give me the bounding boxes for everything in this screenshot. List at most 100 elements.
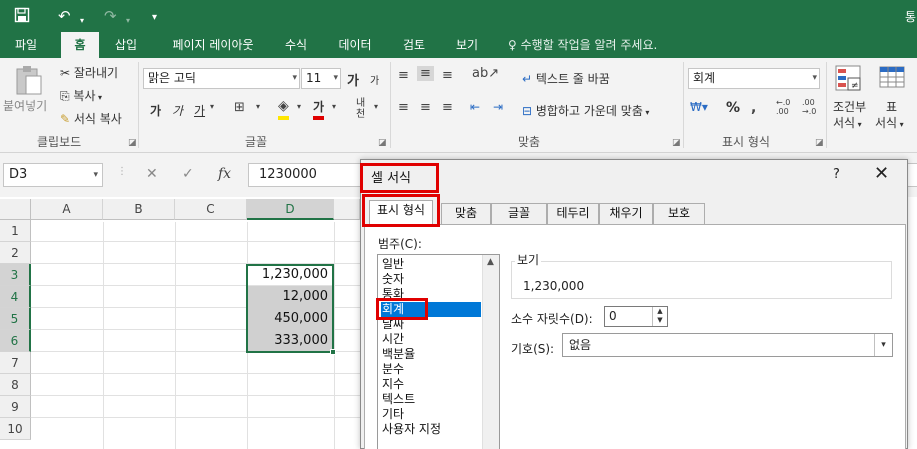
align-middle-icon[interactable]: ≡ xyxy=(417,66,434,81)
shrink-font-button[interactable]: 가 xyxy=(370,72,379,87)
row-header-10[interactable]: 10 xyxy=(0,418,31,440)
align-top-icon[interactable]: ≡ xyxy=(398,68,409,83)
symbol-select[interactable]: 없음 ▾ xyxy=(562,333,893,357)
conditional-formatting-icon[interactable]: ≠ xyxy=(834,64,864,97)
clipboard-launcher-icon[interactable]: ◪ xyxy=(128,138,137,148)
undo-icon[interactable]: ↶ xyxy=(58,7,71,25)
number-format-select[interactable]: 회계 ▾ xyxy=(688,68,820,89)
tab-home[interactable]: 홈 xyxy=(61,32,99,58)
column-header-a[interactable]: A xyxy=(31,199,103,220)
chevron-down-icon[interactable]: ▾ xyxy=(332,102,336,111)
chevron-down-icon[interactable]: ▾ xyxy=(374,102,378,111)
font-color-button[interactable]: 가 xyxy=(313,98,325,120)
fill-color-icon[interactable]: ◈ xyxy=(278,98,289,120)
tab-formulas[interactable]: 수식 xyxy=(276,32,316,58)
alignment-launcher-icon[interactable]: ◪ xyxy=(672,138,681,148)
decrease-decimal-icon[interactable]: .00 →.0 xyxy=(802,98,816,116)
column-header-e[interactable] xyxy=(334,199,360,220)
category-scrollbar[interactable]: ▲ xyxy=(482,255,499,449)
category-item[interactable]: 기타 xyxy=(381,407,481,422)
fill-handle[interactable] xyxy=(330,349,336,355)
tab-alignment[interactable]: 맞춤 xyxy=(441,203,491,224)
chevron-down-icon[interactable]: ▾ xyxy=(210,102,214,111)
category-item[interactable]: 사용자 지정 xyxy=(381,422,481,437)
category-item[interactable]: 텍스트 xyxy=(381,392,481,407)
close-icon[interactable]: ✕ xyxy=(874,163,889,184)
row-header-1[interactable]: 1 xyxy=(0,220,31,242)
cancel-icon[interactable]: ✕ xyxy=(146,166,158,182)
paste-button[interactable]: 붙여넣기 xyxy=(3,97,47,114)
category-item[interactable]: 백분율 xyxy=(381,347,481,362)
font-name-select[interactable]: 맑은 고딕 ▾ xyxy=(143,68,300,89)
paste-icon[interactable] xyxy=(14,64,44,99)
borders-icon[interactable]: ⊞ xyxy=(234,100,245,115)
column-header-c[interactable]: C xyxy=(175,199,247,220)
category-item[interactable]: 지수 xyxy=(381,377,481,392)
redo-icon[interactable]: ↷ xyxy=(104,7,117,25)
name-box[interactable]: D3 ▾ xyxy=(3,163,103,187)
font-size-select[interactable]: 11 ▾ xyxy=(301,68,341,89)
format-as-table-line2[interactable]: 서식 ▾ xyxy=(875,114,904,131)
decrease-indent-icon[interactable]: ⇤ xyxy=(470,100,480,114)
chevron-down-icon[interactable]: ▾ xyxy=(297,102,301,111)
tab-border[interactable]: 테두리 xyxy=(547,203,599,224)
format-as-table-icon[interactable] xyxy=(878,64,908,97)
chevron-down-icon[interactable]: ▾ xyxy=(256,102,260,111)
row-header-6[interactable]: 6 xyxy=(0,330,31,352)
tab-view[interactable]: 보기 xyxy=(447,32,487,58)
format-painter-button[interactable]: ✎ 서식 복사 xyxy=(60,110,122,127)
row-header-5[interactable]: 5 xyxy=(0,308,31,330)
row-header-9[interactable]: 9 xyxy=(0,396,31,418)
align-left-icon[interactable]: ≡ xyxy=(398,100,409,115)
row-header-3[interactable]: 3 xyxy=(0,264,31,286)
italic-button[interactable]: 가 xyxy=(172,102,183,119)
cut-button[interactable]: ✂ 잘라내기 xyxy=(60,64,118,81)
row-header-7[interactable]: 7 xyxy=(0,352,31,374)
enter-icon[interactable]: ✓ xyxy=(182,166,194,182)
tab-file[interactable]: 파일 xyxy=(5,32,47,58)
conditional-formatting-line1[interactable]: 조건부 xyxy=(833,98,866,115)
row-header-2[interactable]: 2 xyxy=(0,242,31,264)
increase-decimal-icon[interactable]: ←.0.00 xyxy=(776,98,790,116)
decimal-places-stepper[interactable]: 0 ▲ ▼ xyxy=(604,306,668,327)
align-right-icon[interactable]: ≡ xyxy=(442,100,453,115)
category-item[interactable]: 일반 xyxy=(381,257,481,272)
category-item[interactable]: 숫자 xyxy=(381,272,481,287)
save-icon[interactable] xyxy=(14,7,30,27)
tab-insert[interactable]: 삽입 xyxy=(104,32,148,58)
column-header-b[interactable]: B xyxy=(103,199,175,220)
align-center-icon[interactable]: ≡ xyxy=(420,100,431,115)
tab-fill[interactable]: 채우기 xyxy=(599,203,653,224)
comma-style-icon[interactable]: , xyxy=(751,100,756,116)
wrap-text-button[interactable]: ↵ 텍스트 줄 바꿈 xyxy=(522,70,610,87)
percent-style-button[interactable]: % xyxy=(726,100,740,116)
accounting-format-icon[interactable]: ₩▾ xyxy=(690,100,708,114)
number-launcher-icon[interactable]: ◪ xyxy=(815,138,824,148)
tab-page-layout[interactable]: 페이지 레이아웃 xyxy=(160,32,266,58)
tell-me-box[interactable]: ♀ 수행할 작업을 알려 주세요. xyxy=(508,32,657,58)
redo-dropdown-icon[interactable]: ▾ xyxy=(126,12,130,30)
grow-font-button[interactable]: 가 xyxy=(347,70,359,89)
orientation-icon[interactable]: ab↗ xyxy=(472,66,499,81)
help-button[interactable]: ? xyxy=(833,167,840,182)
tab-protection[interactable]: 보호 xyxy=(653,203,705,224)
undo-dropdown-icon[interactable]: ▾ xyxy=(80,12,84,30)
font-launcher-icon[interactable]: ◪ xyxy=(378,138,387,148)
customize-qat-icon[interactable]: ▾ xyxy=(152,9,157,27)
spin-arrows-icon[interactable]: ▲ ▼ xyxy=(652,307,667,326)
scroll-up-icon[interactable]: ▲ xyxy=(487,257,494,267)
merge-center-button[interactable]: ⊟ 병합하고 가운데 맞춤 ▾ xyxy=(522,102,649,119)
underline-button[interactable]: 가 xyxy=(194,102,205,119)
category-item[interactable]: 분수 xyxy=(381,362,481,377)
column-header-d[interactable]: D xyxy=(247,199,334,220)
insert-function-icon[interactable]: fx xyxy=(218,166,231,182)
tab-review[interactable]: 검토 xyxy=(394,32,434,58)
select-all-corner[interactable] xyxy=(0,199,31,220)
copy-button[interactable]: ⎘ 복사 ▾ xyxy=(60,87,102,104)
format-as-table-line1[interactable]: 표 xyxy=(886,98,897,115)
category-list[interactable]: 일반 숫자 통화 회계 날짜 시간 백분율 분수 지수 텍스트 기타 사용자 지… xyxy=(376,254,500,449)
increase-indent-icon[interactable]: ⇥ xyxy=(493,100,503,114)
align-bottom-icon[interactable]: ≡ xyxy=(442,68,453,83)
row-header-4[interactable]: 4 xyxy=(0,286,31,308)
bold-button[interactable]: 가 xyxy=(150,102,161,119)
